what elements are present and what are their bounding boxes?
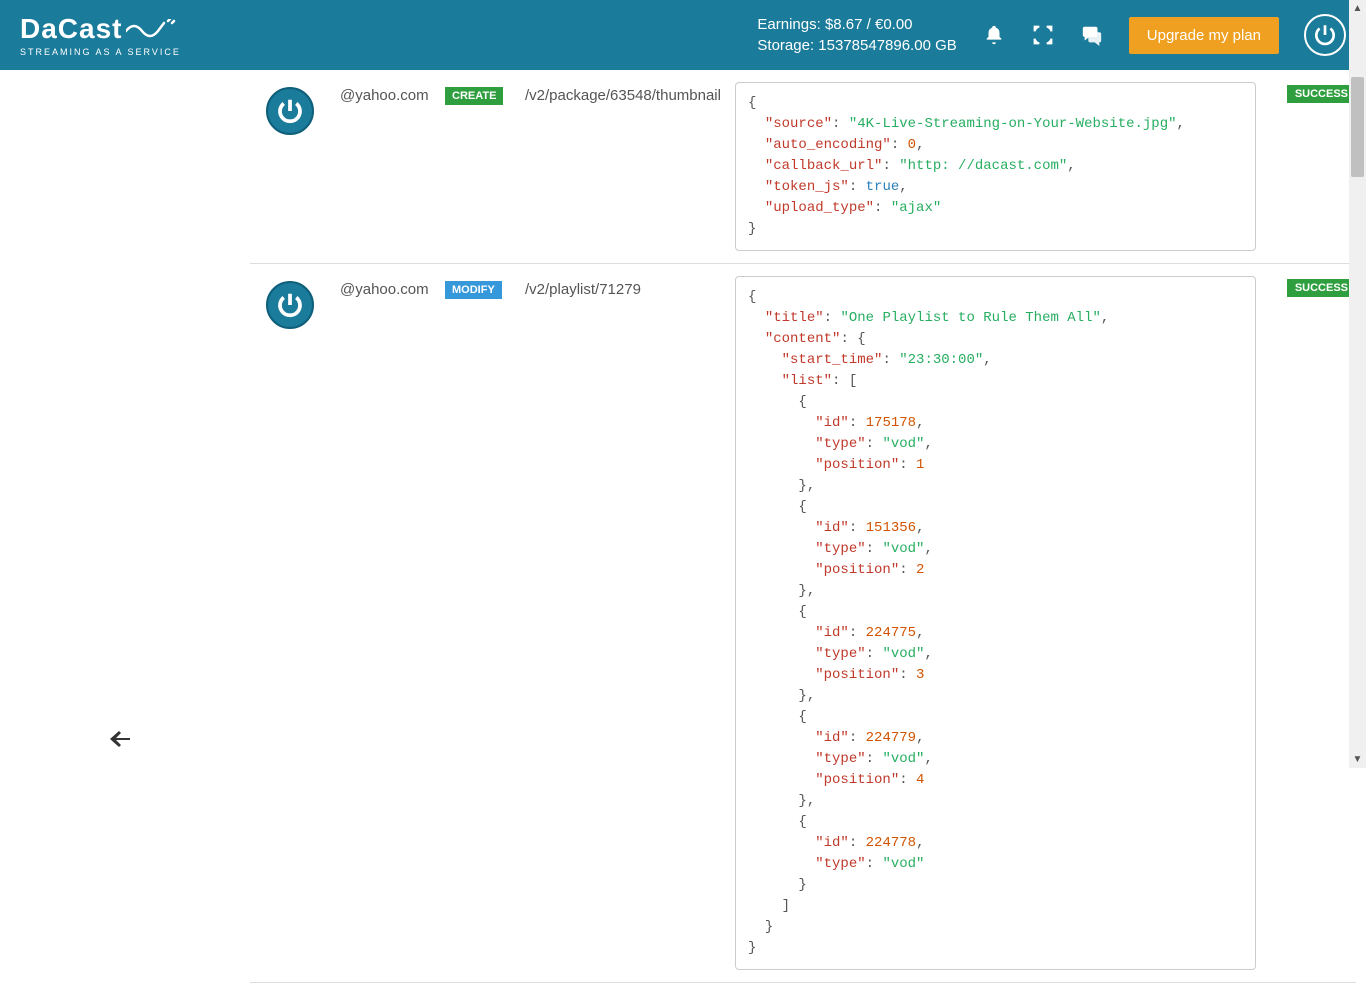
status-badge: SUCCESS xyxy=(1287,279,1356,297)
vertical-scrollbar[interactable]: ▲ ▼ xyxy=(1349,0,1366,768)
scroll-track[interactable] xyxy=(1349,17,1366,751)
earnings-value: $8.67 / €0.00 xyxy=(825,16,913,33)
scroll-up-arrow[interactable]: ▲ xyxy=(1349,0,1366,17)
storage-label: Storage: xyxy=(757,37,814,54)
back-arrow-button[interactable] xyxy=(110,730,130,753)
api-log-list: @yahoo.com CREATE/v2/package/63548/thumbn… xyxy=(240,70,1366,983)
fullscreen-icon[interactable] xyxy=(1031,23,1055,47)
notifications-icon[interactable] xyxy=(982,23,1006,47)
logo-wave-icon xyxy=(126,19,176,39)
chat-icon[interactable] xyxy=(1080,23,1104,47)
log-row: @yahoo.com CREATE/v2/package/63548/thumbn… xyxy=(250,70,1356,264)
json-payload[interactable]: { "source": "4K-Live-Streaming-on-Your-W… xyxy=(735,82,1256,251)
user-avatar-icon xyxy=(266,87,314,135)
avatar-col xyxy=(250,276,330,329)
api-path: /v2/package/63548/thumbnail xyxy=(525,82,725,104)
account-stats: Earnings: $8.67 / €0.00 Storage: 1537854… xyxy=(757,14,956,56)
header-right: Earnings: $8.67 / €0.00 Storage: 1537854… xyxy=(757,14,1346,56)
status-badge: SUCCESS xyxy=(1287,85,1356,103)
user-avatar-icon xyxy=(266,281,314,329)
logo[interactable]: DaCast STREAMING AS A SERVICE xyxy=(20,13,181,57)
operation-col: MODIFY xyxy=(445,276,515,299)
status-col: SUCCESS xyxy=(1266,276,1356,297)
payload-col: { "title": "One Playlist to Rule Them Al… xyxy=(735,276,1256,970)
header-left: DaCast STREAMING AS A SERVICE xyxy=(20,13,181,57)
operation-badge: CREATE xyxy=(445,87,503,105)
status-col: SUCCESS xyxy=(1266,82,1356,103)
app-header: DaCast STREAMING AS A SERVICE Earnings: … xyxy=(0,0,1366,70)
user-email: @yahoo.com xyxy=(340,82,435,104)
scroll-down-arrow[interactable]: ▼ xyxy=(1349,751,1366,768)
avatar-col xyxy=(250,82,330,135)
logout-button[interactable] xyxy=(1304,14,1346,56)
scroll-thumb[interactable] xyxy=(1351,77,1364,177)
api-path: /v2/playlist/71279 xyxy=(525,276,725,298)
logo-text: DaCast xyxy=(20,13,122,45)
log-row: @yahoo.com MODIFY/v2/playlist/71279 { "tit… xyxy=(250,264,1356,983)
storage-value: 15378547896.00 GB xyxy=(818,37,956,54)
json-payload[interactable]: { "title": "One Playlist to Rule Them Al… xyxy=(735,276,1256,970)
payload-col: { "source": "4K-Live-Streaming-on-Your-W… xyxy=(735,82,1256,251)
power-icon xyxy=(1312,22,1338,48)
operation-col: CREATE xyxy=(445,82,515,105)
upgrade-plan-button[interactable]: Upgrade my plan xyxy=(1129,17,1279,54)
logo-tagline: STREAMING AS A SERVICE xyxy=(20,47,181,57)
operation-badge: MODIFY xyxy=(445,281,502,299)
user-email: @yahoo.com xyxy=(340,276,435,298)
earnings-label: Earnings: xyxy=(757,16,820,33)
